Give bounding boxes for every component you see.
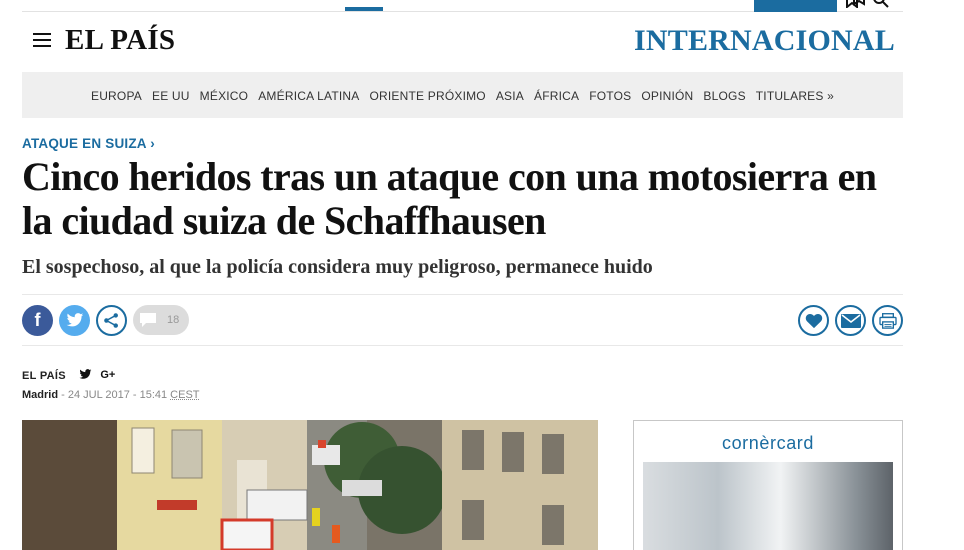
top-strip (22, 0, 903, 12)
print-icon (878, 312, 897, 329)
article-headline: Cinco heridos tras un ataque con una mot… (22, 154, 877, 243)
nav-list: EUROPA EE UU MÉXICO AMÉRICA LATINA ORIEN… (91, 89, 834, 103)
dateline-date: - 24 JUL 2017 - 15:41 (58, 389, 171, 401)
nav-item-africa[interactable]: ÁFRICA (534, 89, 579, 103)
print-button[interactable] (872, 305, 903, 336)
dateline-timezone: CEST (170, 389, 200, 401)
dateline-city: Madrid (22, 389, 59, 401)
twitter-share-button[interactable] (59, 305, 90, 336)
share-button[interactable] (96, 305, 127, 336)
comment-icon (140, 313, 156, 327)
share-icon (104, 313, 118, 328)
nav-item-opinion[interactable]: OPINIÓN (641, 89, 693, 103)
byline-social: G+ (79, 369, 115, 381)
nav-item-titulares[interactable]: TITULARES » (756, 89, 834, 103)
email-button[interactable] (835, 305, 866, 336)
comment-count: 18 (167, 314, 180, 326)
share-bar: f 18 (22, 294, 903, 346)
nav-item-eeuu[interactable]: EE UU (152, 89, 190, 103)
active-tab-indicator (345, 7, 383, 11)
ad-image[interactable] (643, 462, 893, 550)
mail-icon (840, 313, 861, 328)
nav-item-europa[interactable]: EUROPA (91, 89, 142, 103)
twitter-icon[interactable] (79, 368, 92, 380)
article-kicker[interactable]: ATAQUE EN SUIZA › (22, 136, 155, 151)
facebook-icon: f (34, 310, 41, 330)
section-nav: EUROPA EE UU MÉXICO AMÉRICA LATINA ORIEN… (22, 72, 903, 118)
nav-item-mexico[interactable]: MÉXICO (200, 89, 249, 103)
ad-brand-logo[interactable]: cornèrcard (634, 433, 902, 454)
nav-item-america-latina[interactable]: AMÉRICA LATINA (258, 89, 359, 103)
article-photo[interactable] (22, 420, 598, 550)
top-action-button[interactable] (754, 0, 837, 12)
advertisement[interactable]: cornèrcard (633, 420, 903, 550)
byline-source[interactable]: EL PAÍS (22, 370, 66, 382)
bookmark-icon[interactable] (844, 0, 866, 8)
site-header: EL PAÍS INTERNACIONAL (22, 12, 903, 70)
section-title[interactable]: INTERNACIONAL (634, 24, 895, 58)
byline: EL PAÍS G+ (22, 366, 115, 384)
nav-item-fotos[interactable]: FOTOS (589, 89, 631, 103)
save-button[interactable] (798, 305, 829, 336)
twitter-icon (66, 313, 83, 327)
dateline: Madrid - 24 JUL 2017 - 15:41 CEST (22, 389, 200, 401)
menu-icon[interactable] (33, 33, 51, 49)
search-icon[interactable] (873, 0, 891, 8)
site-logo[interactable]: EL PAÍS (65, 24, 175, 57)
street-scene-image (22, 420, 598, 550)
nav-item-asia[interactable]: ASIA (496, 89, 524, 103)
nav-item-oriente-proximo[interactable]: ORIENTE PRÓXIMO (370, 89, 486, 103)
google-plus-icon[interactable]: G+ (100, 369, 115, 381)
comments-button[interactable]: 18 (133, 305, 189, 335)
nav-item-blogs[interactable]: BLOGS (703, 89, 745, 103)
article-subhead: El sospechoso, al que la policía conside… (22, 256, 653, 278)
heart-icon (805, 313, 822, 328)
facebook-share-button[interactable]: f (22, 305, 53, 336)
